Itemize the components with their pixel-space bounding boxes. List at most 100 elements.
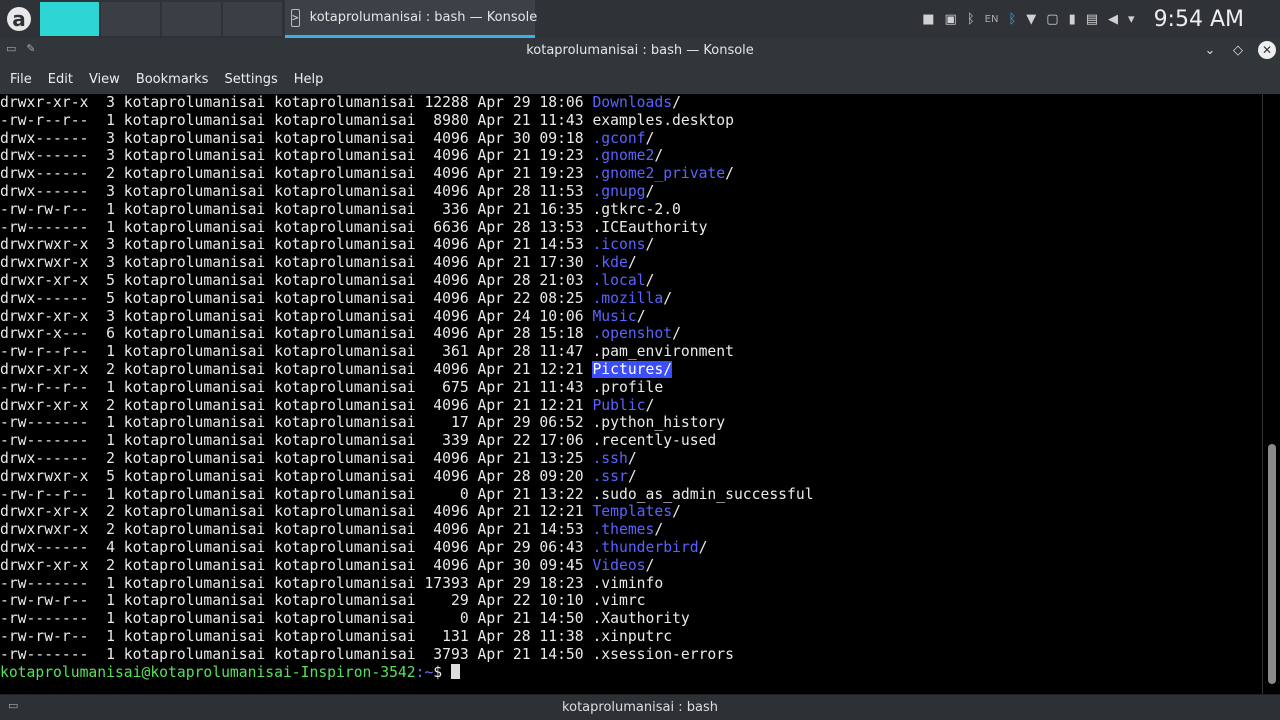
- terminal-line: drwxr-xr-x 3 kotaprolumanisai kotaprolum…: [0, 308, 1262, 326]
- prompt-path: :~: [415, 663, 434, 681]
- directory-suffix: /: [672, 94, 681, 111]
- directory-suffix: /: [654, 147, 664, 165]
- virtual-desktop-3[interactable]: [162, 2, 221, 36]
- terminal-scrollbar[interactable]: [1262, 94, 1280, 694]
- terminal-line: -rw-rw-r-- 1 kotaprolumanisai kotaprolum…: [0, 201, 1262, 219]
- terminal-line: -rw------- 1 kotaprolumanisai kotaprolum…: [0, 610, 1262, 628]
- battery-icon[interactable]: ▮: [1069, 12, 1076, 27]
- volume-icon[interactable]: ◀: [1108, 12, 1118, 27]
- scrollbar-thumb[interactable]: [1268, 444, 1276, 684]
- tab-bash[interactable]: kotaprolumanisai : bash: [0, 700, 1280, 715]
- directory-name: .thunderbird: [592, 538, 699, 556]
- file-metadata: -rw------- 1 kotaprolumanisai kotaprolum…: [0, 574, 593, 592]
- application-launcher[interactable]: a: [0, 0, 38, 38]
- terminal-line: drwxrwxr-x 5 kotaprolumanisai kotaprolum…: [0, 468, 1262, 486]
- file-metadata: drwxr-xr-x 3 kotaprolumanisai kotaprolum…: [0, 94, 593, 111]
- directory-name: Public: [592, 396, 646, 414]
- window-titlebar[interactable]: ▭ ✎ kotaprolumanisai : bash — Konsole ⌄ …: [0, 38, 1280, 64]
- file-metadata: drwx------ 4 kotaprolumanisai kotaprolum…: [0, 538, 593, 556]
- file-metadata: -rw------- 1 kotaprolumanisai kotaprolum…: [0, 432, 593, 450]
- wifi-icon[interactable]: ▼: [1026, 12, 1036, 27]
- file-name: .xinputrc: [592, 627, 673, 645]
- keyboard-layout-indicator[interactable]: EN: [985, 14, 999, 25]
- directory-suffix: /: [636, 307, 646, 325]
- file-metadata: -rw-rw-r-- 1 kotaprolumanisai kotaprolum…: [0, 627, 593, 645]
- clock[interactable]: 9:54 AM: [1154, 7, 1244, 32]
- minimize-button[interactable]: ⌄: [1202, 41, 1218, 59]
- taskbar-item-label: kotaprolumanisai : bash — Konsole: [309, 10, 538, 25]
- directory-suffix: /: [645, 271, 655, 289]
- terminal-line: -rw-rw-r-- 1 kotaprolumanisai kotaprolum…: [0, 628, 1262, 646]
- file-metadata: drwxr-xr-x 2 kotaprolumanisai kotaprolum…: [0, 360, 593, 378]
- directory-name: .local: [592, 271, 646, 289]
- prompt-symbol: $: [433, 663, 451, 681]
- shell-prompt[interactable]: kotaprolumanisai@kotaprolumanisai-Inspir…: [0, 663, 1262, 682]
- directory-suffix: /: [663, 289, 673, 307]
- terminal-line: drwx------ 5 kotaprolumanisai kotaprolum…: [0, 290, 1262, 308]
- menu-bar: File Edit View Bookmarks Settings Help: [0, 64, 1280, 94]
- file-metadata: -rw-r--r-- 1 kotaprolumanisai kotaprolum…: [0, 485, 593, 503]
- directory-suffix: /: [645, 129, 655, 147]
- file-name: .sudo_as_admin_successful: [592, 485, 814, 503]
- file-metadata: -rw------- 1 kotaprolumanisai kotaprolum…: [0, 414, 593, 432]
- menu-help[interactable]: Help: [286, 72, 332, 87]
- directory-name: .ssh: [592, 449, 628, 467]
- clipboard-icon[interactable]: ▣: [945, 12, 957, 27]
- directory-name: Templates: [592, 503, 673, 521]
- terminal-line: -rw-r--r-- 1 kotaprolumanisai kotaprolum…: [0, 343, 1262, 361]
- virtual-desktop-1[interactable]: [40, 2, 99, 36]
- bluetooth-active-icon[interactable]: ᛒ: [1008, 12, 1016, 27]
- camera-icon[interactable]: ■: [922, 12, 934, 27]
- file-metadata: drwx------ 2 kotaprolumanisai kotaprolum…: [0, 165, 593, 183]
- directory-suffix: /: [698, 538, 708, 556]
- directory-suffix: /: [663, 360, 673, 378]
- file-name: examples.desktop: [592, 111, 734, 129]
- directory-name: .kde: [592, 254, 628, 272]
- directory-name: .openshot: [592, 325, 673, 343]
- terminal-line: -rw-r--r-- 1 kotaprolumanisai kotaprolum…: [0, 379, 1262, 397]
- file-name: .viminfo: [592, 574, 664, 592]
- virtual-desktop-2[interactable]: [101, 2, 160, 36]
- taskbar-item-konsole[interactable]: > kotaprolumanisai : bash — Konsole: [285, 0, 538, 38]
- terminal-line: -rw------- 1 kotaprolumanisai kotaprolum…: [0, 414, 1262, 432]
- menu-file[interactable]: File: [2, 72, 40, 87]
- terminal-line: drwxr-x--- 6 kotaprolumanisai kotaprolum…: [0, 325, 1262, 343]
- bluetooth-icon[interactable]: ᛒ: [967, 12, 975, 27]
- directory-suffix: /: [672, 325, 681, 343]
- text-cursor: [450, 663, 460, 679]
- file-metadata: -rw------- 1 kotaprolumanisai kotaprolum…: [0, 645, 593, 663]
- file-metadata: drwxr-xr-x 2 kotaprolumanisai kotaprolum…: [0, 503, 593, 521]
- device-notifier-icon[interactable]: ▢: [1046, 12, 1058, 27]
- system-tray: ■ ▣ ᛒ EN ᛒ ▼ ▢ ▮ ▤ ◀ ▾ 9:54 AM: [917, 0, 1280, 38]
- terminal-line: drwx------ 3 kotaprolumanisai kotaprolum…: [0, 147, 1262, 165]
- terminal-line: -rw-r--r-- 1 kotaprolumanisai kotaprolum…: [0, 112, 1262, 130]
- terminal-line: drwx------ 2 kotaprolumanisai kotaprolum…: [0, 450, 1262, 468]
- virtual-desktop-4[interactable]: [223, 2, 282, 36]
- file-metadata: -rw------- 1 kotaprolumanisai kotaprolum…: [0, 610, 593, 628]
- terminal-line: drwx------ 3 kotaprolumanisai kotaprolum…: [0, 183, 1262, 201]
- close-button[interactable]: ✕: [1258, 41, 1276, 59]
- file-name: .pam_environment: [592, 343, 734, 361]
- maximize-button[interactable]: ◇: [1230, 41, 1246, 59]
- file-metadata: -rw------- 1 kotaprolumanisai kotaprolum…: [0, 218, 593, 236]
- directory-name: .themes: [592, 521, 655, 539]
- file-metadata: -rw-rw-r-- 1 kotaprolumanisai kotaprolum…: [0, 200, 593, 218]
- updates-icon[interactable]: ▤: [1086, 12, 1098, 27]
- file-metadata: drwx------ 5 kotaprolumanisai kotaprolum…: [0, 289, 593, 307]
- directory-suffix: /: [654, 521, 664, 539]
- directory-name: .ssr: [592, 467, 628, 485]
- directory-name: .mozilla: [592, 289, 664, 307]
- menu-edit[interactable]: Edit: [40, 72, 81, 87]
- menu-bookmarks[interactable]: Bookmarks: [128, 72, 217, 87]
- terminal-output[interactable]: drwxr-xr-x 3 kotaprolumanisai kotaprolum…: [0, 94, 1262, 694]
- terminal-line: -rw------- 1 kotaprolumanisai kotaprolum…: [0, 219, 1262, 237]
- menu-view[interactable]: View: [81, 72, 128, 87]
- file-metadata: drwx------ 3 kotaprolumanisai kotaprolum…: [0, 182, 593, 200]
- file-name: .python_history: [592, 414, 726, 432]
- terminal-line: drwx------ 3 kotaprolumanisai kotaprolum…: [0, 130, 1262, 148]
- tray-expand-chevron-icon[interactable]: ▾: [1128, 12, 1135, 27]
- terminal-line: drwxr-xr-x 2 kotaprolumanisai kotaprolum…: [0, 503, 1262, 521]
- menu-settings[interactable]: Settings: [216, 72, 285, 87]
- directory-suffix: /: [645, 236, 655, 254]
- file-metadata: drwxrwxr-x 5 kotaprolumanisai kotaprolum…: [0, 467, 593, 485]
